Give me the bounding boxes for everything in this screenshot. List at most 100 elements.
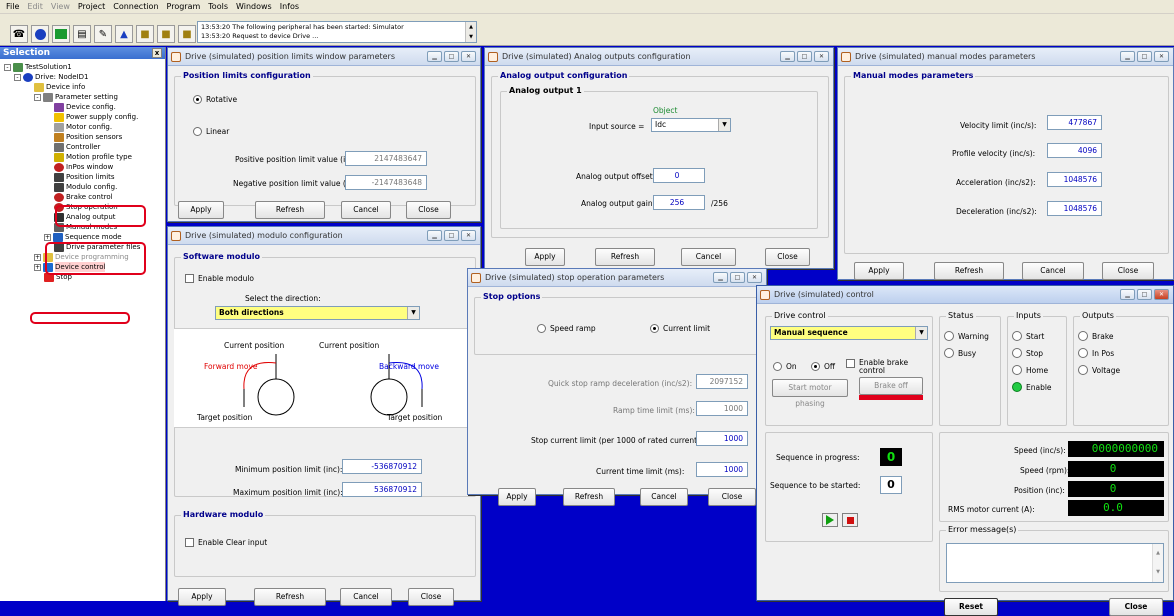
apply-button[interactable]: Apply [525,248,565,266]
cancel-button[interactable]: Cancel [340,588,392,606]
play-icon[interactable] [822,513,838,527]
refresh-button[interactable]: Refresh [595,248,655,266]
negative-limit-input[interactable]: -2147483648 [345,175,427,190]
enable-modulo-checkbox[interactable]: Enable modulo [185,274,254,283]
velocity-limit-input[interactable]: 477867 [1047,115,1102,130]
tree-item-inpos-window[interactable]: InPos window [54,162,113,172]
tree-item-drive[interactable]: - Drive: NodeID1 [14,72,88,82]
offset-input[interactable]: 0 [653,168,705,183]
tree-item-device-config[interactable]: Device config. [54,102,116,112]
profile-velocity-input[interactable]: 4096 [1047,143,1102,158]
minimize-icon[interactable]: ▁ [780,51,795,62]
apply-button[interactable]: Apply [498,488,536,506]
positive-limit-input[interactable]: 2147483647 [345,151,427,166]
min-limit-input[interactable]: -536870912 [342,459,422,474]
menu-windows[interactable]: Windows [232,2,276,11]
minimize-icon[interactable]: ▁ [1120,289,1135,300]
tools-icon[interactable]: ✎ [94,25,112,43]
menu-connection[interactable]: Connection [109,2,162,11]
input-source-select[interactable]: Idc ▼ [651,118,731,132]
cancel-button[interactable]: Cancel [681,248,736,266]
brake-off-button[interactable]: Brake off [859,377,923,395]
apply-button[interactable]: Apply [854,262,904,280]
tree-item-position-sensors[interactable]: Position sensors [54,132,122,142]
menu-project[interactable]: Project [74,2,109,11]
tree-item-sequence-mode[interactable]: + Sequence mode [44,232,122,242]
gain-input[interactable]: 256 [653,195,705,210]
minimize-icon[interactable]: ▁ [713,272,728,283]
drive-up-icon[interactable]: ■ [136,25,154,43]
chevron-down-icon[interactable]: ▼ [915,327,927,339]
refresh-button[interactable]: Refresh [255,201,325,219]
cancel-button[interactable]: Cancel [1022,262,1084,280]
maximize-icon[interactable]: □ [444,230,459,241]
direction-select[interactable]: Both directions ▼ [215,306,420,320]
current-limit-radio[interactable]: Current limit [650,324,710,333]
error-messages-box[interactable]: ▲ ▼ [946,543,1164,583]
tree-item-brake-control[interactable]: Brake control [54,192,113,202]
mode-select[interactable]: Manual sequence ▼ [770,326,928,340]
close-button[interactable]: Close [765,248,810,266]
maximize-icon[interactable]: □ [797,51,812,62]
close-button[interactable]: Close [1102,262,1154,280]
stop-current-limit-input[interactable]: 1000 [696,431,748,446]
enable-brake-checkbox[interactable]: Enable brake control [846,359,914,375]
maximize-icon[interactable]: □ [1137,289,1152,300]
acceleration-input[interactable]: 1048576 [1047,172,1102,187]
ramp-time-input[interactable]: 1000 [696,401,748,416]
close-button[interactable]: Close [408,588,454,606]
chevron-down-icon[interactable]: ▼ [407,307,419,319]
tree-item-device-info[interactable]: Device info [34,82,85,92]
status-dot-icon[interactable] [31,25,49,43]
cancel-button[interactable]: Cancel [640,488,688,506]
upload-icon[interactable]: ▲ [115,25,133,43]
scrollbar[interactable]: ▲ ▼ [1152,544,1163,582]
menu-view[interactable]: View [47,2,74,11]
off-radio[interactable]: Off [811,362,835,371]
speed-ramp-radio[interactable]: Speed ramp [537,324,596,333]
maximize-icon[interactable]: □ [730,272,745,283]
tree-item-power-supply[interactable]: Power supply config. [54,112,138,122]
maximize-icon[interactable]: □ [1137,51,1152,62]
close-icon[interactable]: ✕ [814,51,829,62]
linear-radio[interactable]: Linear [193,127,229,136]
menu-file[interactable]: File [2,2,23,11]
deceleration-input[interactable]: 1048576 [1047,201,1102,216]
close-button[interactable]: Close [708,488,756,506]
minimize-icon[interactable]: ▁ [427,230,442,241]
close-icon[interactable]: ✕ [1154,289,1169,300]
menu-infos[interactable]: Infos [276,2,303,11]
drive-down-icon[interactable]: ■ [157,25,175,43]
sequence-start-input[interactable]: 0 [880,476,902,494]
close-icon[interactable]: ✕ [747,272,762,283]
green-drive-icon[interactable] [52,25,70,43]
maximize-icon[interactable]: □ [444,51,459,62]
refresh-button[interactable]: Refresh [254,588,326,606]
drive-sync-icon[interactable]: ■ [178,25,196,43]
on-radio[interactable]: On [773,362,797,371]
max-limit-input[interactable]: 536870912 [342,482,422,497]
stop-icon[interactable] [842,513,858,527]
apply-button[interactable]: Apply [178,201,224,219]
menu-program[interactable]: Program [163,2,205,11]
close-icon[interactable]: ✕ [1154,51,1169,62]
minimize-icon[interactable]: ▁ [1120,51,1135,62]
tree-item-solution[interactable]: - TestSolution1 [4,62,72,72]
menu-edit[interactable]: Edit [23,2,47,11]
rotative-radio[interactable]: Rotative [193,95,237,104]
document-icon[interactable]: ▤ [73,25,91,43]
apply-button[interactable]: Apply [178,588,226,606]
connect-icon[interactable]: ☎ [10,25,28,43]
quick-stop-input[interactable]: 2097152 [696,374,748,389]
start-phasing-button[interactable]: Start motor phasing [772,379,848,408]
enable-clear-input-checkbox[interactable]: Enable Clear input [185,538,267,547]
chevron-down-icon[interactable]: ▼ [718,119,730,131]
tree-item-motor-config[interactable]: Motor config. [54,122,112,132]
cancel-button[interactable]: Cancel [341,201,391,219]
tree-item-position-limits[interactable]: Position limits [54,172,115,182]
refresh-button[interactable]: Refresh [563,488,615,506]
tree-item-parameter-setting[interactable]: - Parameter setting [34,92,118,102]
minimize-icon[interactable]: ▁ [427,51,442,62]
menu-tools[interactable]: Tools [204,2,232,11]
tree-item-motion-profile[interactable]: Motion profile type [54,152,132,162]
